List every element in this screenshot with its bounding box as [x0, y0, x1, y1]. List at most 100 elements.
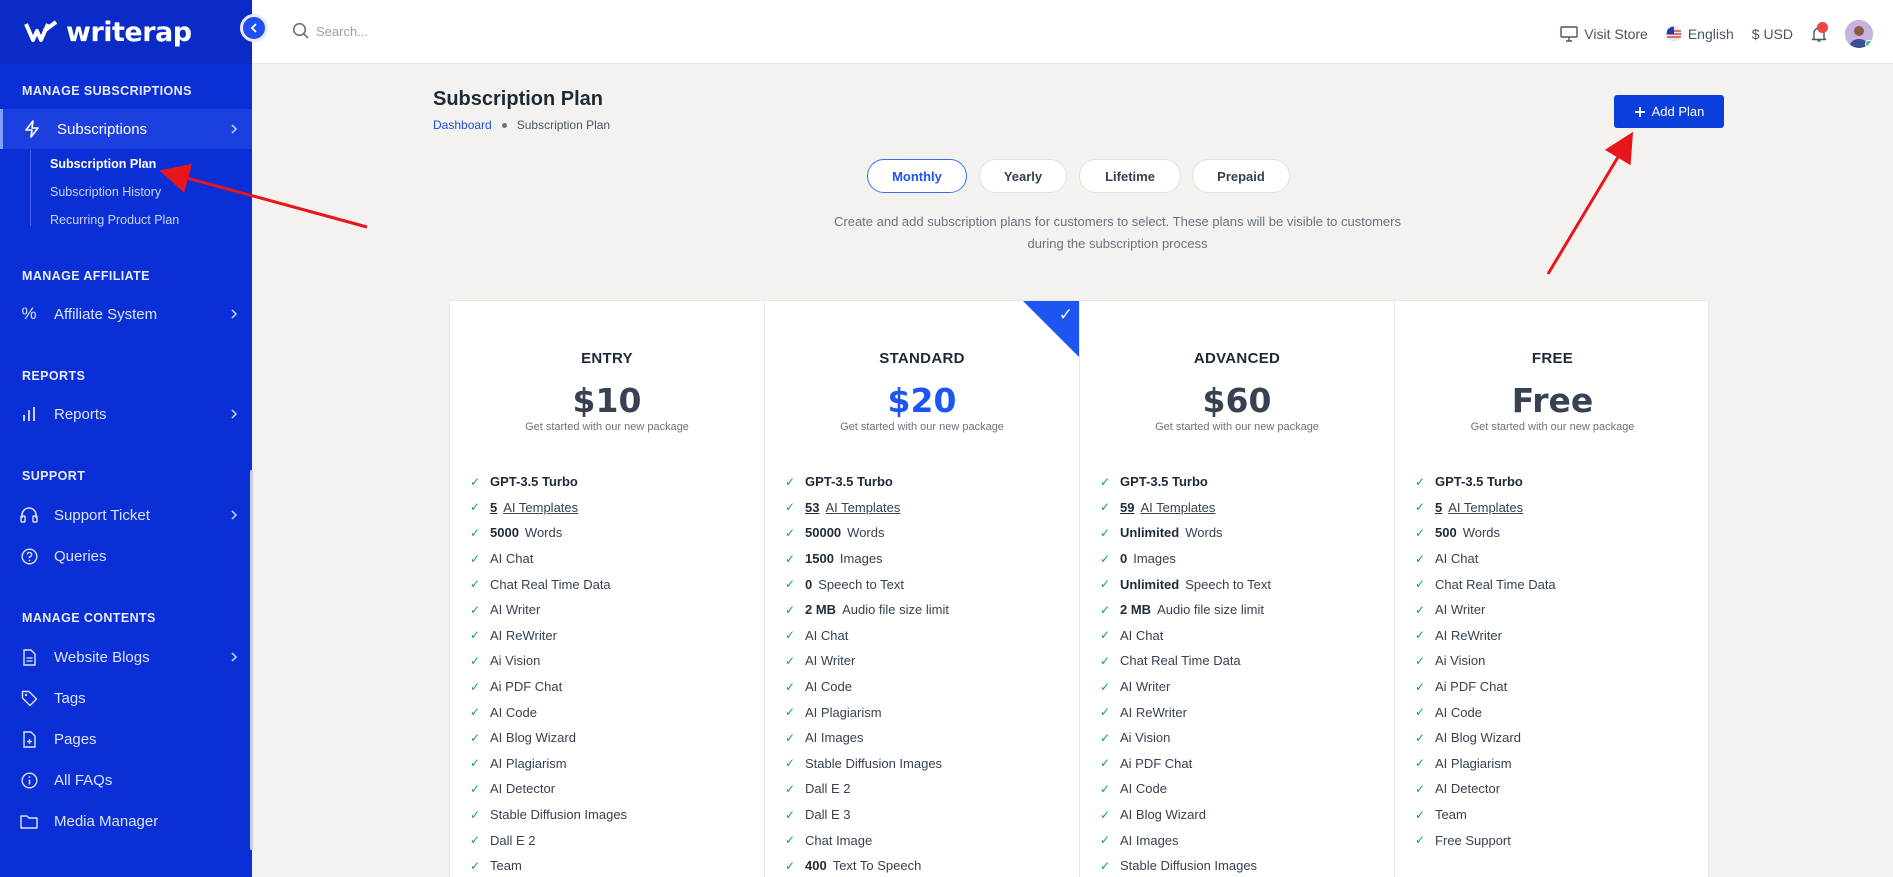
sidebar-item-faqs[interactable]: All FAQs	[0, 760, 252, 800]
chevron-right-icon	[230, 508, 238, 525]
feature-item: ✓ 5 AI Templates	[1415, 495, 1556, 521]
tab-monthly[interactable]: Monthly	[867, 159, 967, 193]
feature-item: ✓ AI Detector	[1415, 776, 1556, 802]
feature-label[interactable]: AI Templates	[825, 500, 900, 515]
feature-label: Ai PDF Chat	[1435, 679, 1508, 695]
feature-label[interactable]: AI Templates	[1140, 500, 1215, 515]
sidebar-item-label: Reports	[54, 405, 107, 423]
feature-label: Audio file size limit	[1157, 602, 1264, 618]
check-icon: ✓	[470, 858, 481, 873]
plan-card-standard[interactable]: ✓ STANDARD $20 Get started with our new …	[765, 301, 1080, 877]
sidebar-item-website-blogs[interactable]: Website Blogs	[0, 637, 252, 677]
feature-value: GPT-3.5 Turbo	[1120, 474, 1208, 490]
sidebar-item-affiliate[interactable]: % Affiliate System	[0, 294, 252, 334]
sidebar-collapse-button[interactable]	[240, 14, 268, 42]
check-icon: ✓	[785, 756, 796, 771]
check-icon: ✓	[1415, 756, 1426, 771]
avatar[interactable]	[1845, 20, 1873, 48]
check-icon: ✓	[1415, 551, 1426, 566]
feature-item: ✓ 0 Speech to Text	[785, 571, 949, 597]
sidebar-item-queries[interactable]: Queries	[0, 536, 252, 576]
tab-yearly[interactable]: Yearly	[979, 159, 1067, 193]
sidebar-item-tags[interactable]: Tags	[0, 678, 252, 718]
check-icon: ✓	[1100, 756, 1111, 771]
feature-item: ✓ 5 AI Templates	[470, 495, 627, 521]
feature-item: ✓ 53 AI Templates	[785, 495, 949, 521]
tab-prepaid[interactable]: Prepaid	[1192, 159, 1290, 193]
plan-card-entry[interactable]: ENTRY $10 Get started with our new packa…	[450, 301, 765, 877]
file-plus-icon	[20, 730, 38, 748]
plan-tagline: Get started with our new package	[1470, 421, 1635, 433]
check-icon: ✓	[1100, 781, 1111, 796]
page-title: Subscription Plan	[433, 88, 604, 110]
notification-dot	[1817, 22, 1828, 33]
sidebar-item-support-ticket[interactable]: Support Ticket	[0, 495, 252, 535]
check-icon: ✓	[1415, 679, 1426, 694]
feature-label: Text To Speech	[832, 858, 922, 874]
plan-name: STANDARD	[879, 350, 965, 367]
plan-card-free[interactable]: FREE Free Get started with our new packa…	[1395, 301, 1710, 877]
check-icon: ✓	[785, 858, 796, 873]
feature-label: AI Chat	[1120, 627, 1164, 643]
brand-logo[interactable]: writerap	[0, 0, 252, 64]
check-icon: ✓	[1415, 474, 1426, 489]
check-icon: ✓	[785, 500, 796, 515]
plan-card-advanced[interactable]: ADVANCED $60 Get started with our new pa…	[1080, 301, 1395, 877]
breadcrumb-dashboard[interactable]: Dashboard	[433, 118, 492, 132]
feature-item: ✓ Ai Vision	[470, 648, 627, 674]
check-icon: ✓	[785, 781, 796, 796]
check-icon: ✓	[470, 602, 481, 617]
check-icon: ✓	[785, 653, 796, 668]
currency-selector[interactable]: $ USD	[1752, 26, 1793, 42]
sidebar-item-media-manager[interactable]: Media Manager	[0, 801, 252, 841]
feature-item: ✓ Free Support	[1415, 827, 1556, 853]
feature-label[interactable]: AI Templates	[503, 500, 578, 515]
feature-item: ✓ AI Chat	[1415, 546, 1556, 572]
check-icon: ✓	[1100, 833, 1111, 848]
check-icon: ✓	[470, 653, 481, 668]
check-icon: ✓	[470, 525, 481, 540]
sidebar-item-subscriptions[interactable]: Subscriptions	[0, 109, 252, 149]
feature-value: 2 MB	[805, 602, 837, 618]
feature-label: Dall E 3	[805, 807, 851, 823]
folder-icon	[20, 812, 38, 830]
add-plan-button[interactable]: Add Plan	[1614, 95, 1724, 128]
feature-item: ✓ AI ReWriter	[1100, 699, 1271, 725]
feature-value: 1500	[805, 551, 834, 567]
sidebar-item-label: All FAQs	[54, 771, 113, 789]
feature-label: AI Code	[1435, 704, 1482, 720]
feature-item: ✓ 400 Text To Speech	[785, 853, 949, 877]
search-box[interactable]: Search...	[292, 22, 368, 40]
check-icon: ✓	[1415, 781, 1426, 796]
plan-price: $20	[887, 381, 957, 420]
check-icon: ✓	[785, 705, 796, 720]
feature-label[interactable]: AI Templates	[1448, 500, 1523, 515]
section-reports: REPORTS	[22, 369, 86, 383]
feature-item: ✓ AI Code	[785, 674, 949, 700]
feature-item: ✓ Stable Diffusion Images	[785, 751, 949, 777]
info-circle-icon	[20, 771, 38, 789]
description-line: during the subscription process	[1027, 236, 1208, 251]
language-selector[interactable]: English	[1666, 26, 1734, 42]
feature-item: ✓ Chat Image	[785, 827, 949, 853]
feature-label: AI Plagiarism	[1435, 755, 1512, 771]
percent-icon: %	[21, 304, 37, 323]
sidebar-item-pages[interactable]: Pages	[0, 719, 252, 759]
search-input[interactable]: Search...	[316, 24, 368, 39]
sidebar-item-label: Tags	[54, 689, 86, 707]
feature-label: Team	[490, 858, 522, 874]
currency-label: $ USD	[1751, 26, 1793, 42]
visit-store-link[interactable]: Visit Store	[1560, 26, 1648, 42]
feature-label: Ai Vision	[490, 653, 541, 669]
check-icon: ✓	[1100, 500, 1111, 515]
feature-label: Dall E 2	[805, 781, 851, 797]
sidebar-item-reports[interactable]: Reports	[0, 394, 252, 434]
sidebar-scrollbar[interactable]	[250, 470, 253, 850]
feature-item: ✓ Ai PDF Chat	[1100, 751, 1271, 777]
check-icon: ✓	[1100, 602, 1111, 617]
sidebar: writerap MANAGE SUBSCRIPTIONS Subscripti…	[0, 0, 253, 877]
tab-lifetime[interactable]: Lifetime	[1079, 159, 1181, 193]
sidebar-subitem-recurring-product-plan[interactable]: Recurring Product Plan	[50, 213, 179, 227]
notifications-button[interactable]	[1811, 22, 1828, 43]
feature-label: Images	[1133, 551, 1176, 567]
